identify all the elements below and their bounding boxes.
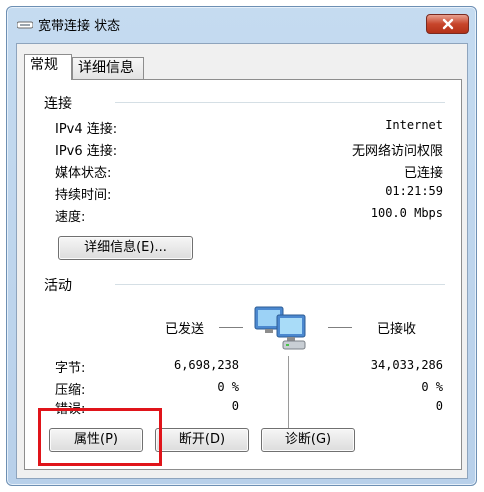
received-label: 已接收 bbox=[377, 322, 417, 337]
connection-heading: 连接 bbox=[44, 96, 72, 112]
details-button[interactable]: 详细信息(E)... bbox=[58, 236, 193, 260]
disable-button[interactable]: 断开(D) bbox=[155, 428, 249, 452]
activity-heading: 活动 bbox=[44, 278, 72, 294]
compression-received: 0 % bbox=[421, 380, 443, 394]
close-button[interactable] bbox=[426, 14, 469, 34]
received-line bbox=[328, 327, 352, 328]
sent-label: 已发送 bbox=[165, 322, 205, 337]
ipv6-label: IPv6 连接: bbox=[55, 144, 118, 159]
speed-row: 速度: 100.0 Mbps bbox=[55, 206, 443, 228]
ipv4-row: IPv4 连接: Internet bbox=[55, 118, 443, 140]
duration-label: 持续时间: bbox=[55, 188, 112, 203]
diagnose-button[interactable]: 诊断(G) bbox=[261, 428, 355, 452]
network-computers-icon bbox=[251, 301, 321, 355]
media-state-label: 媒体状态: bbox=[55, 166, 112, 181]
bytes-label: 字节: bbox=[55, 361, 86, 376]
errors-sent: 0 bbox=[231, 399, 239, 413]
bytes-sent: 6,698,238 bbox=[173, 358, 239, 372]
activity-divider bbox=[115, 284, 445, 285]
ipv4-label: IPv4 连接: bbox=[55, 122, 118, 137]
media-state-value: 已连接 bbox=[403, 166, 443, 181]
tab-details[interactable]: 详细信息 bbox=[72, 57, 144, 79]
compression-sent: 0 % bbox=[217, 380, 239, 394]
speed-label: 速度: bbox=[55, 210, 86, 225]
close-icon bbox=[442, 18, 453, 30]
media-state-row: 媒体状态: 已连接 bbox=[55, 162, 443, 184]
activity-separator bbox=[288, 356, 289, 436]
window-title: 宽带连接 状态 bbox=[38, 18, 121, 34]
duration-value: 01:21:59 bbox=[385, 184, 443, 198]
title-bar[interactable]: 宽带连接 状态 bbox=[7, 7, 476, 41]
tab-general[interactable]: 常规 bbox=[24, 54, 72, 80]
bytes-received: 34,033,286 bbox=[370, 358, 443, 372]
connection-divider bbox=[115, 102, 445, 103]
sent-line bbox=[219, 327, 243, 328]
ipv6-value: 无网络访问权限 bbox=[351, 144, 443, 159]
compression-label: 压缩: bbox=[55, 383, 86, 398]
ipv6-row: IPv6 连接: 无网络访问权限 bbox=[55, 140, 443, 162]
ipv4-value: Internet bbox=[385, 118, 443, 132]
duration-row: 持续时间: 01:21:59 bbox=[55, 184, 443, 206]
highlight-box bbox=[38, 408, 162, 466]
network-cable-icon bbox=[16, 19, 34, 29]
speed-value: 100.0 Mbps bbox=[370, 206, 443, 220]
errors-received: 0 bbox=[435, 399, 443, 413]
